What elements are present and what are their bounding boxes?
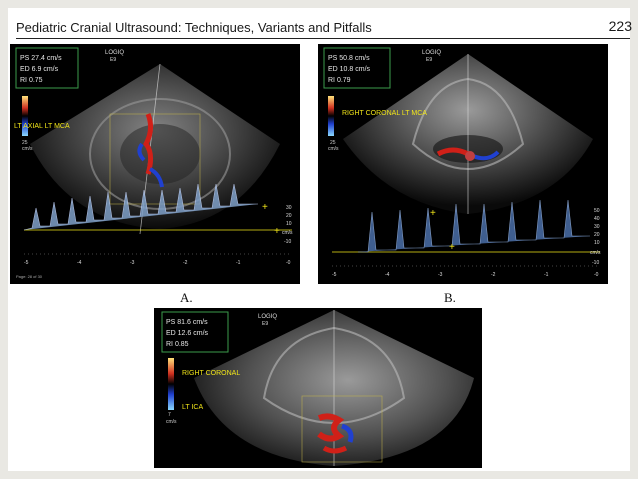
svg-text:-5: -5 bbox=[24, 260, 29, 266]
svg-text:20: 20 bbox=[286, 213, 292, 219]
svg-text:50: 50 bbox=[594, 208, 600, 214]
svg-text:+: + bbox=[430, 208, 436, 219]
svg-text:-0: -0 bbox=[594, 272, 599, 278]
view-label-2: LT ICA bbox=[182, 404, 203, 411]
device-model: E9 bbox=[110, 57, 116, 63]
svg-text:-2: -2 bbox=[491, 272, 496, 278]
ultrasound-b-svg: PS 50.8 cm/s ED 10.8 cm/s RI 0.79 LOGIQ … bbox=[323, 47, 601, 278]
measure-ps: PS 27.4 cm/s bbox=[20, 55, 62, 62]
scale-unit: cm/s bbox=[22, 146, 33, 152]
page-number: 223 bbox=[608, 18, 632, 34]
svg-text:20: 20 bbox=[594, 232, 600, 238]
svg-text:+: + bbox=[262, 202, 268, 213]
view-label: RIGHT CORONAL LT MCA bbox=[342, 110, 427, 117]
svg-text:E9: E9 bbox=[262, 321, 268, 327]
footer-note: Page: 28 of 30 bbox=[16, 274, 43, 279]
svg-text:-1: -1 bbox=[544, 272, 549, 278]
device-logo: LOGIQ bbox=[105, 50, 124, 56]
svg-text:LOGIQ: LOGIQ bbox=[258, 314, 277, 320]
svg-text:-3: -3 bbox=[130, 260, 135, 266]
svg-text:cm/s: cm/s bbox=[282, 230, 293, 236]
running-header-title: Pediatric Cranial Ultrasound: Techniques… bbox=[16, 20, 372, 35]
ultrasound-image-b: PS 50.8 cm/s ED 10.8 cm/s RI 0.79 LOGIQ … bbox=[318, 44, 608, 284]
svg-text:E9: E9 bbox=[426, 57, 432, 63]
svg-text:+: + bbox=[449, 242, 455, 253]
svg-text:+: + bbox=[274, 226, 280, 237]
svg-text:10: 10 bbox=[286, 221, 292, 227]
svg-text:-2: -2 bbox=[183, 260, 188, 266]
header-rule bbox=[16, 38, 630, 39]
svg-text:RI 0.85: RI 0.85 bbox=[166, 341, 189, 348]
svg-text:-3: -3 bbox=[438, 272, 443, 278]
svg-text:-4: -4 bbox=[77, 260, 82, 266]
color-scale-bar bbox=[168, 358, 174, 410]
svg-text:ED 12.6 cm/s: ED 12.6 cm/s bbox=[166, 330, 209, 337]
view-label: LT AXIAL LT MCA bbox=[14, 123, 70, 130]
measure-ed: ED 6.9 cm/s bbox=[20, 66, 59, 73]
svg-text:ED 10.8 cm/s: ED 10.8 cm/s bbox=[328, 66, 371, 73]
svg-text:cm/s: cm/s bbox=[166, 419, 177, 425]
svg-text:40: 40 bbox=[594, 216, 600, 222]
svg-text:cm/s: cm/s bbox=[590, 250, 601, 256]
figure-label-a: A. bbox=[180, 290, 193, 305]
svg-text:30: 30 bbox=[594, 224, 600, 230]
svg-text:PS 81.6 cm/s: PS 81.6 cm/s bbox=[166, 319, 208, 326]
svg-text:PS 50.8 cm/s: PS 50.8 cm/s bbox=[328, 55, 370, 62]
svg-text:-0: -0 bbox=[286, 260, 291, 266]
ultrasound-image-c: PS 81.6 cm/s ED 12.6 cm/s RI 0.85 LOGIQ … bbox=[154, 308, 482, 468]
svg-text:10: 10 bbox=[594, 240, 600, 246]
measure-ri: RI 0.75 bbox=[20, 77, 43, 84]
svg-text:-10: -10 bbox=[592, 260, 599, 266]
color-scale-bar bbox=[22, 96, 28, 136]
svg-text:-5: -5 bbox=[332, 272, 337, 278]
svg-text:RI 0.79: RI 0.79 bbox=[328, 77, 351, 84]
svg-text:30: 30 bbox=[286, 205, 292, 211]
svg-text:cm/s: cm/s bbox=[328, 146, 339, 152]
svg-text:LOGIQ: LOGIQ bbox=[422, 50, 441, 56]
figure-label-b: B. bbox=[444, 290, 456, 305]
ultrasound-c-svg: PS 81.6 cm/s ED 12.6 cm/s RI 0.85 LOGIQ … bbox=[161, 310, 474, 466]
ultrasound-image-a: PS 27.4 cm/s ED 6.9 cm/s RI 0.75 LOGIQ E… bbox=[10, 44, 300, 284]
ultrasound-a-svg: PS 27.4 cm/s ED 6.9 cm/s RI 0.75 LOGIQ E… bbox=[14, 47, 293, 279]
svg-text:-4: -4 bbox=[385, 272, 390, 278]
view-label: RIGHT CORONAL bbox=[182, 370, 240, 377]
svg-text:-10: -10 bbox=[284, 239, 291, 245]
svg-text:7: 7 bbox=[168, 412, 171, 418]
color-scale-bar bbox=[328, 96, 334, 136]
svg-text:-1: -1 bbox=[236, 260, 241, 266]
